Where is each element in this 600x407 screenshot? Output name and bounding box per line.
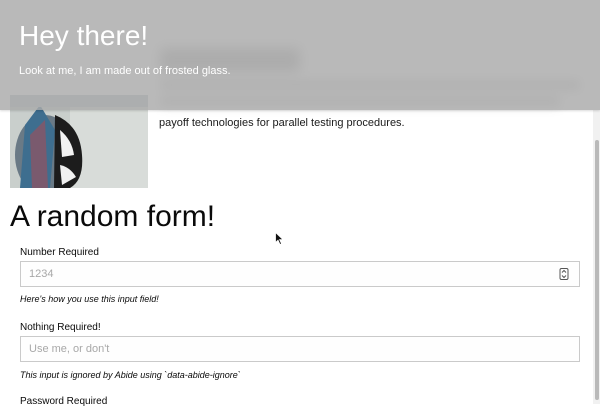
number-help-text: Here's how you use this input field! [20, 294, 159, 304]
scrollbar-thumb[interactable] [595, 140, 599, 400]
nothing-input[interactable]: Use me, or don't [20, 336, 580, 362]
number-input[interactable]: 1234 [20, 261, 580, 287]
nothing-input-placeholder: Use me, or don't [29, 343, 110, 355]
media-body-text: payoff technologies for parallel testing… [159, 117, 405, 129]
mouse-pointer-icon [275, 232, 284, 245]
stepper-icon[interactable] [559, 268, 569, 280]
header-title: Hey there! [19, 20, 149, 51]
number-input-placeholder: 1234 [29, 268, 54, 280]
nothing-help-text: This input is ignored by Abide using `da… [20, 370, 241, 380]
header-subtitle: Look at me, I am made out of frosted gla… [19, 65, 231, 77]
number-label: Number Required [20, 247, 99, 258]
password-label: Password Required [20, 396, 108, 407]
frosted-glass-header: Hey there! Look at me, I am made out of … [0, 0, 600, 110]
nothing-label: Nothing Required! [20, 322, 101, 333]
form-title: A random form! [10, 200, 216, 233]
page: payoff technologies for parallel testing… [0, 0, 600, 407]
